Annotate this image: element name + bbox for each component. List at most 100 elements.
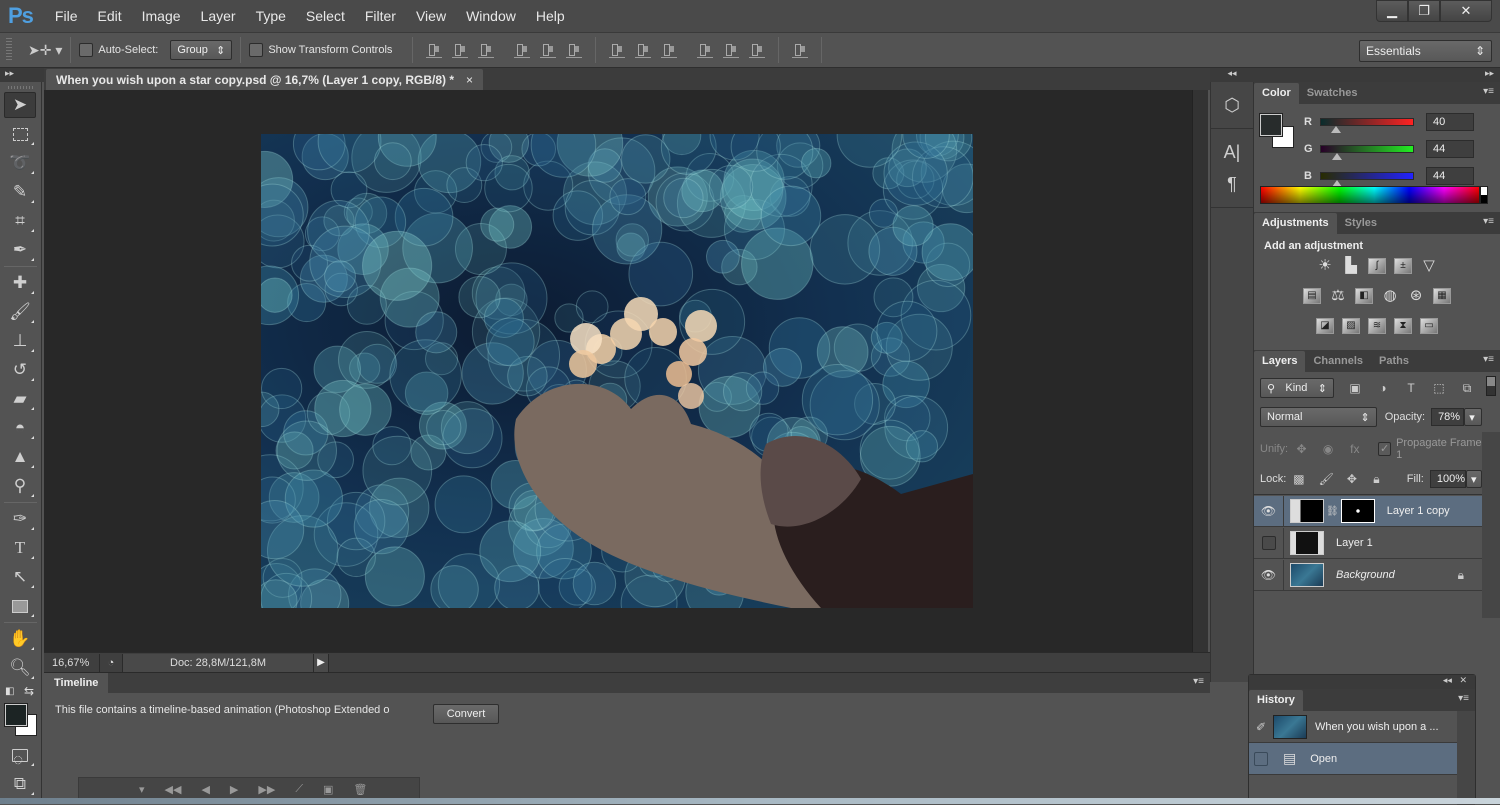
align-top-edges-icon[interactable]: [426, 42, 443, 58]
collapse-icon[interactable]: ◂◂: [1443, 675, 1452, 685]
dropdown-arrow-icon[interactable]: ▾: [139, 783, 145, 796]
3d-panel-icon[interactable]: ⬡: [1214, 90, 1250, 120]
canvas-vertical-scrollbar[interactable]: [1192, 90, 1208, 652]
convert-button[interactable]: Convert: [433, 704, 499, 724]
eyedropper-tool[interactable]: ✒: [4, 237, 36, 263]
tab-adjustments[interactable]: Adjustments: [1254, 213, 1337, 234]
history-scrollbar[interactable]: [1457, 711, 1475, 805]
blue-value-field[interactable]: 44: [1426, 167, 1474, 185]
distribute-left-edges-icon[interactable]: [697, 42, 714, 58]
filter-kind-dropdown[interactable]: ⚲ Kind ⇕: [1260, 378, 1334, 398]
red-slider-thumb[interactable]: [1330, 126, 1341, 133]
layer-name[interactable]: Layer 1: [1336, 537, 1373, 549]
pen-tool[interactable]: ✑: [4, 506, 36, 532]
paint-bucket-tool[interactable]: ◓: [4, 415, 36, 441]
toolbar-collapse-button[interactable]: ▸▸: [0, 68, 44, 82]
clone-stamp-tool[interactable]: ⊥: [4, 328, 36, 354]
next-frame-icon[interactable]: ▶▶: [258, 783, 275, 796]
tab-color[interactable]: Color: [1254, 83, 1299, 104]
panel-menu-icon[interactable]: ▾≡: [1193, 676, 1204, 687]
layer-mask-thumbnail[interactable]: [1340, 499, 1375, 523]
quick-selection-tool[interactable]: ✎: [4, 179, 36, 205]
mask-link-icon[interactable]: ⛓: [1326, 506, 1339, 517]
dodge-tool[interactable]: ⚲: [4, 473, 36, 499]
hue-saturation-icon[interactable]: ▤: [1303, 288, 1321, 304]
options-grip[interactable]: [6, 38, 12, 62]
duplicate-frame-icon[interactable]: ▣: [323, 783, 333, 796]
status-menu-arrow-icon[interactable]: ▶: [313, 653, 329, 672]
blend-mode-dropdown[interactable]: Normal ⇕: [1260, 407, 1377, 427]
tab-channels[interactable]: Channels: [1305, 351, 1371, 372]
align-horizontal-centers-icon[interactable]: [540, 42, 557, 58]
quick-mask-button[interactable]: ◌: [4, 742, 36, 769]
eraser-tool[interactable]: ▰: [4, 386, 36, 412]
distribute-vertical-centers-icon[interactable]: [635, 42, 652, 58]
filter-toggle-switch[interactable]: [1486, 376, 1496, 396]
pixel-filter-icon[interactable]: ▣: [1348, 381, 1362, 395]
paragraph-panel-icon[interactable]: ¶: [1214, 169, 1250, 199]
unify-style-icon[interactable]: fx: [1349, 442, 1362, 456]
distribute-horizontal-centers-icon[interactable]: [723, 42, 740, 58]
posterize-icon[interactable]: ▨: [1342, 318, 1360, 334]
menu-select[interactable]: Select: [306, 8, 345, 24]
first-frame-icon[interactable]: ◀◀: [165, 783, 182, 796]
invert-icon[interactable]: ◪: [1316, 318, 1334, 334]
blue-slider[interactable]: [1320, 172, 1414, 187]
close-window-button[interactable]: ✕: [1440, 0, 1492, 22]
layer-name[interactable]: Background: [1336, 569, 1395, 581]
status-options-icon[interactable]: ◔: [99, 653, 123, 672]
channel-mixer-icon[interactable]: ⊛: [1407, 288, 1425, 304]
layer-row-layer-1-copy[interactable]: 👁︎ ⛓ Layer 1 copy: [1254, 495, 1482, 527]
distribute-bottom-edges-icon[interactable]: [661, 42, 678, 58]
vibrance-icon[interactable]: ▽: [1420, 258, 1438, 274]
workspace-dropdown[interactable]: Essentials ⇕: [1359, 40, 1492, 62]
show-transform-controls-checkbox[interactable]: [249, 43, 264, 57]
unify-visibility-icon[interactable]: ◉: [1322, 442, 1335, 456]
auto-select-mode-dropdown[interactable]: Group ⇕: [170, 40, 233, 60]
restore-button[interactable]: ❐: [1408, 0, 1440, 22]
hand-tool[interactable]: ✋: [4, 626, 36, 652]
threshold-icon[interactable]: ≋: [1368, 318, 1386, 334]
menu-file[interactable]: File: [55, 8, 78, 24]
default-colors-icon[interactable]: ◧: [5, 686, 14, 697]
blur-tool[interactable]: ▲: [4, 444, 36, 470]
visibility-eye-icon[interactable]: 👁︎: [1254, 495, 1284, 527]
panel-menu-icon[interactable]: ▾≡: [1483, 86, 1494, 97]
distribute-right-edges-icon[interactable]: [749, 42, 766, 58]
align-vertical-centers-icon[interactable]: [452, 42, 469, 58]
lock-image-pixels-icon[interactable]: 🖌: [1319, 472, 1334, 486]
layer-row-background[interactable]: 👁︎ Background 🔒︎: [1254, 559, 1482, 591]
dock-collapse-button[interactable]: ◂◂: [1210, 68, 1254, 82]
menu-window[interactable]: Window: [466, 8, 516, 24]
color-balance-icon[interactable]: ⚖: [1329, 288, 1347, 304]
close-document-icon[interactable]: ×: [466, 73, 473, 87]
foreground-color-swatch[interactable]: [1259, 113, 1283, 137]
rectangle-tool[interactable]: [4, 593, 36, 619]
type-filter-icon[interactable]: T: [1404, 381, 1418, 395]
move-tool-preset-icon[interactable]: ➤✛ ▾: [28, 42, 62, 59]
green-slider[interactable]: [1320, 145, 1414, 160]
lock-all-icon[interactable]: 🔒︎: [1371, 472, 1382, 486]
propagate-frame-checkbox[interactable]: ✓: [1378, 442, 1392, 456]
brightness-contrast-icon[interactable]: ☀: [1316, 258, 1334, 274]
panel-menu-icon[interactable]: ▾≡: [1458, 693, 1469, 704]
smart-object-filter-icon[interactable]: ⧉: [1460, 381, 1474, 395]
red-value-field[interactable]: 40: [1426, 113, 1474, 131]
menu-edit[interactable]: Edit: [97, 8, 121, 24]
zoom-level[interactable]: 16,67%: [44, 657, 99, 669]
auto-select-checkbox[interactable]: [79, 43, 94, 57]
opacity-field[interactable]: 78%: [1431, 408, 1465, 426]
delete-frame-icon[interactable]: 🗑︎: [353, 783, 367, 796]
tween-icon[interactable]: ⟋: [295, 783, 303, 796]
visibility-toggle-empty[interactable]: [1254, 527, 1284, 559]
menu-help[interactable]: Help: [536, 8, 565, 24]
previous-frame-icon[interactable]: ◀: [201, 783, 209, 796]
marquee-tool[interactable]: [4, 121, 36, 147]
screen-mode-button[interactable]: ⧉: [4, 771, 36, 797]
color-spectrum-ramp[interactable]: [1260, 186, 1480, 204]
align-bottom-edges-icon[interactable]: [478, 42, 495, 58]
levels-icon[interactable]: ▙: [1342, 258, 1360, 274]
timeline-tab[interactable]: Timeline: [44, 673, 109, 693]
shape-filter-icon[interactable]: ⬚: [1432, 381, 1446, 395]
color-lookup-icon[interactable]: ▦: [1433, 288, 1451, 304]
